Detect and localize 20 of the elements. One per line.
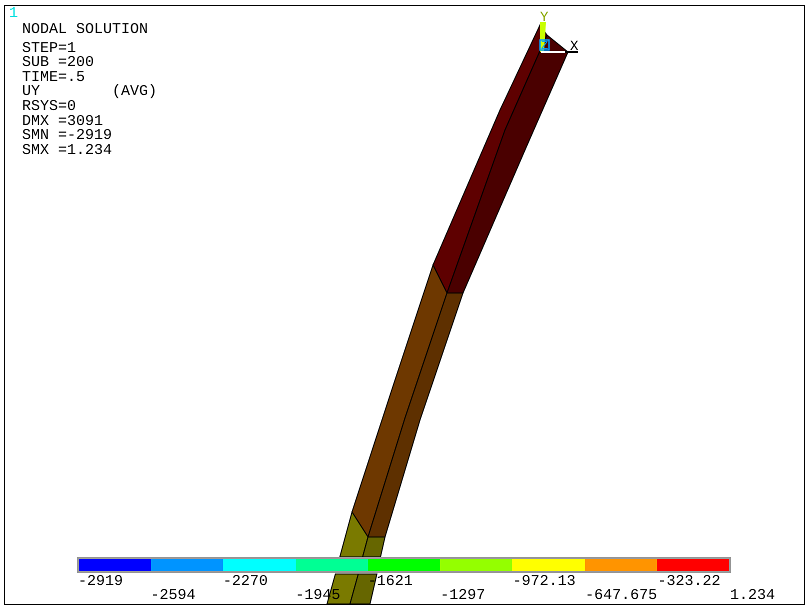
result-info-line: UY (AVG) [22, 85, 158, 100]
window-number: 1 [9, 6, 18, 21]
legend-value: -323.22 [658, 574, 721, 589]
legend-value: -1297 [440, 588, 486, 603]
result-info-line: RSYS=0 [22, 100, 76, 115]
legend-value: -2919 [78, 574, 124, 589]
result-info-line: STEP=1 [22, 42, 76, 56]
axis-label: Y [540, 11, 548, 25]
result-info-line: DMX =3091 [22, 114, 104, 130]
result-info-line: TIME=.5 [22, 70, 86, 86]
legend-value: -972.13 [512, 574, 576, 589]
legend-value: -2594 [150, 588, 196, 603]
legend-value: 1.234 [730, 588, 776, 603]
plot-title: NODAL SOLUTION [22, 23, 150, 38]
result-info-line: SUB =200 [22, 56, 94, 71]
result-info-line: SMX =1.234 [22, 144, 112, 158]
result-info-line: SMN =-2919 [22, 129, 112, 144]
axis-label: X [570, 40, 578, 54]
legend-value: -2270 [222, 574, 268, 589]
legend-value: -647.675 [585, 588, 658, 603]
